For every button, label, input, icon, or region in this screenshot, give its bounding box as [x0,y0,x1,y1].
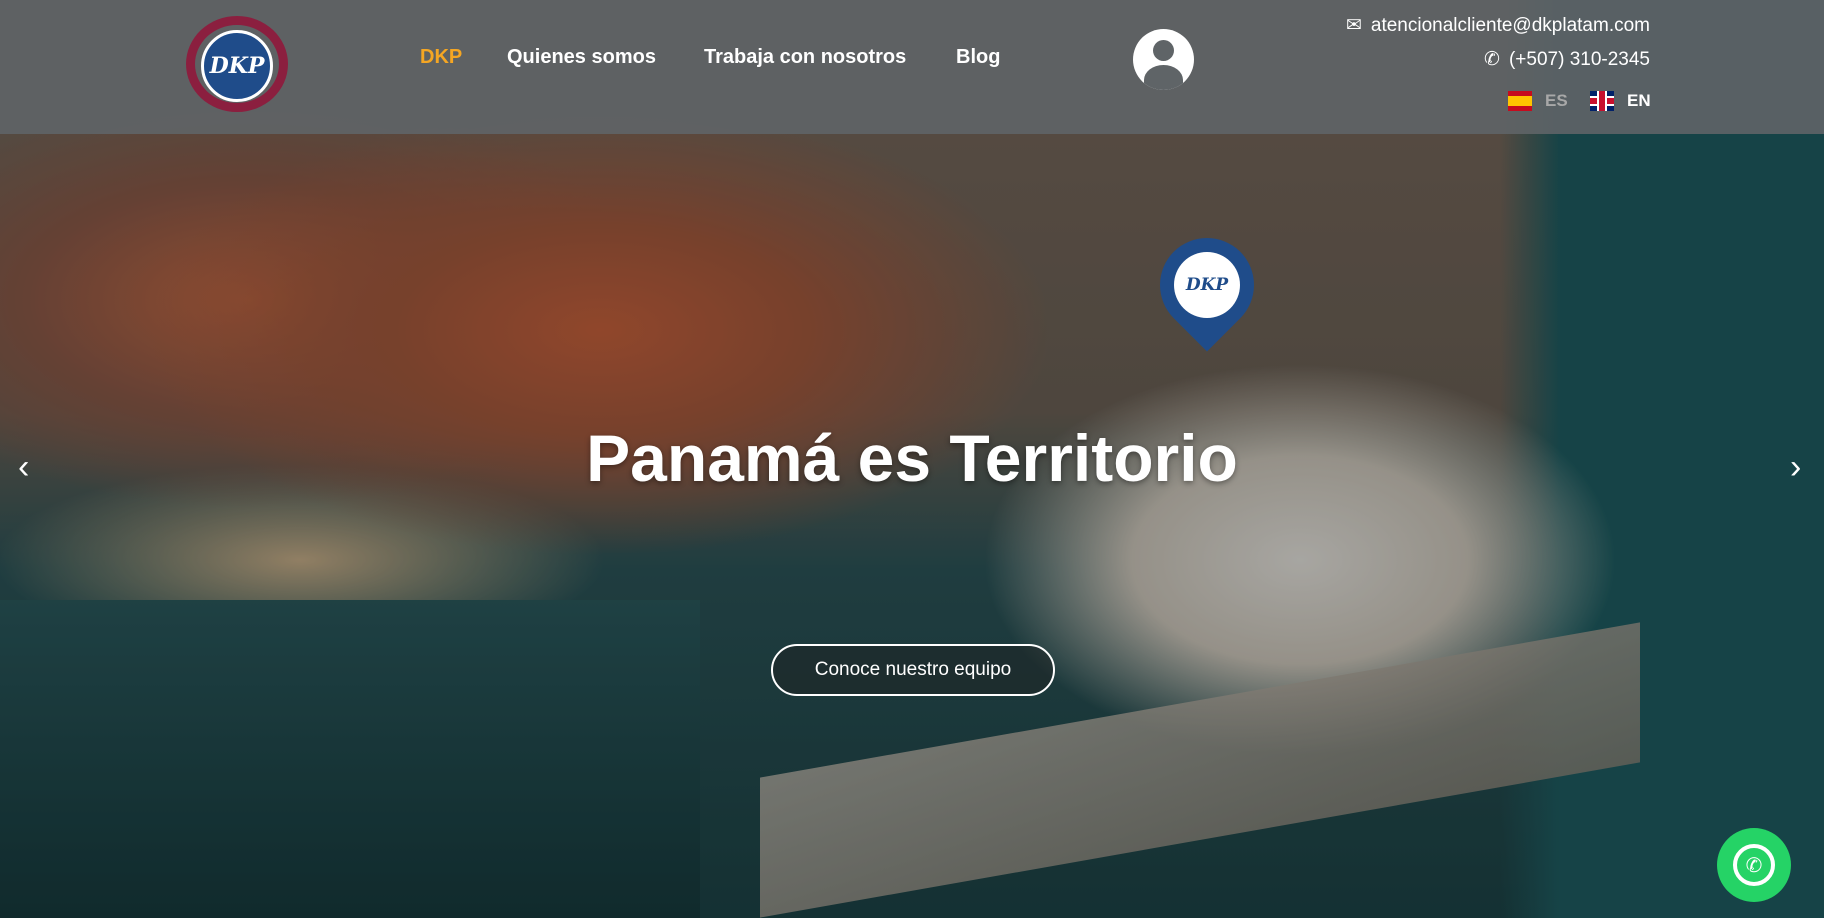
contact-phone[interactable]: ✆ (+507) 310-2345 [1484,48,1650,71]
nav-trabaja-con-nosotros[interactable]: Trabaja con nosotros [704,46,906,69]
phone-icon: ✆ [1484,49,1500,70]
user-account-icon[interactable] [1133,29,1194,90]
spain-flag-icon [1508,91,1532,111]
hero-title: Panamá es Territorio [586,421,1238,495]
slider-prev-arrow-icon[interactable]: ‹ [18,448,29,487]
nav-blog[interactable]: Blog [956,46,1000,69]
envelope-icon: ✉ [1345,15,1362,36]
meet-team-button[interactable]: Conoce nuestro equipo [771,644,1055,696]
contact-email[interactable]: ✉ atencionalcliente@dkplatam.com [1346,14,1650,37]
lang-es[interactable]: ES [1508,91,1568,111]
pin-logo: DKP [1174,252,1240,318]
whatsapp-button[interactable]: ✆ [1717,828,1791,902]
whatsapp-icon: ✆ [1733,844,1775,886]
slider-next-arrow-icon[interactable]: › [1790,448,1801,487]
uk-flag-icon [1590,91,1614,111]
logo[interactable]: DKP [186,16,288,112]
lang-en[interactable]: EN [1590,91,1651,111]
nav-quienes-somos[interactable]: Quienes somos [507,46,656,69]
site-header: DKP DKP Quienes somos Trabaja con nosotr… [0,0,1824,134]
nav-dkp[interactable]: DKP [420,46,462,69]
